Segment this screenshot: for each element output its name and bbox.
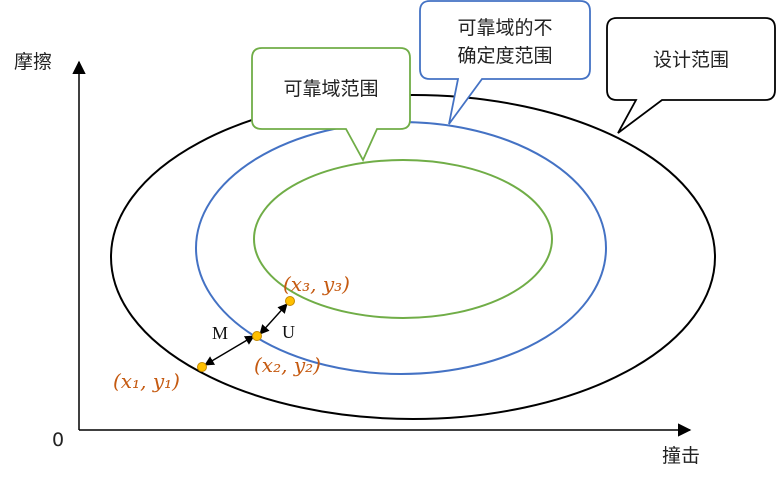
x-axis-label: 撞击	[662, 445, 700, 467]
reliable-callout-bubble	[251, 47, 411, 163]
origin-label: 0	[52, 429, 64, 451]
point-x2-y2	[252, 331, 262, 341]
reliable-callout-text: 可靠域范围	[283, 78, 378, 100]
point-label-x3-y3: (x₃, y₃)	[283, 272, 350, 296]
u-label: U	[282, 322, 295, 342]
diagram-canvas: 摩擦 撞击 0 可靠域范围 可靠域的不 确定度范围 设计范围 M U (x₁, …	[14, 0, 776, 467]
point-label-x1-y1: (x₁, y₁)	[113, 369, 180, 393]
design-callout-bubble	[606, 17, 776, 134]
uncertainty-callout-line1: 可靠域的不	[457, 17, 552, 39]
m-label: M	[212, 323, 228, 343]
point-label-x2-y2: (x₂, y₂)	[254, 353, 321, 377]
point-x1-y1	[197, 362, 207, 372]
design-callout-text: 设计范围	[653, 49, 729, 71]
uncertainty-callout-line2: 确定度范围	[457, 45, 552, 67]
y-axis-label: 摩擦	[14, 51, 52, 73]
point-x3-y3	[285, 296, 295, 306]
